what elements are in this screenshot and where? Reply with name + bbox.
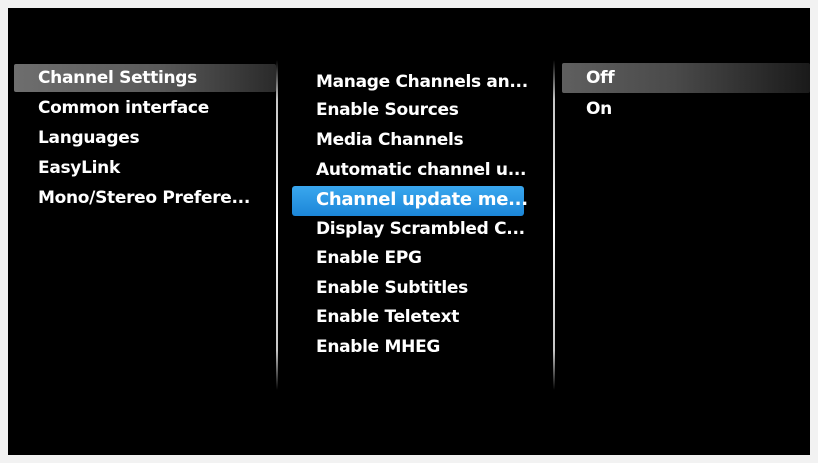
option-column: Off On <box>558 8 810 455</box>
menu-item-easylink[interactable]: EasyLink <box>38 154 120 182</box>
menu-item-common-interface[interactable]: Common interface <box>38 94 209 122</box>
tv-settings-screen: Channel Settings Common interface Langua… <box>8 8 810 455</box>
menu-item-channel-update-message[interactable]: Channel update me... <box>316 186 528 214</box>
menu-item-languages[interactable]: Languages <box>38 124 140 152</box>
menu-item-display-scrambled[interactable]: Display Scrambled C... <box>316 215 525 243</box>
menu-item-media-channels[interactable]: Media Channels <box>316 126 464 154</box>
menu-item-enable-mheg[interactable]: Enable MHEG <box>316 333 440 361</box>
column-divider <box>553 60 555 390</box>
menu-item-enable-teletext[interactable]: Enable Teletext <box>316 303 459 331</box>
option-off[interactable]: Off <box>586 64 615 92</box>
menu-item-channel-settings[interactable]: Channel Settings <box>38 64 197 92</box>
menu-item-enable-epg[interactable]: Enable EPG <box>316 244 422 272</box>
menu-item-manage-channels[interactable]: Manage Channels an... <box>316 68 528 96</box>
menu-item-automatic-channel-update[interactable]: Automatic channel u... <box>316 156 527 184</box>
menu-item-mono-stereo[interactable]: Mono/Stereo Prefere... <box>38 184 250 212</box>
channel-settings-column: Manage Channels an... Enable Sources Med… <box>280 8 556 455</box>
column-divider <box>276 60 278 390</box>
settings-category-column: Channel Settings Common interface Langua… <box>8 8 278 455</box>
menu-item-enable-subtitles[interactable]: Enable Subtitles <box>316 274 468 302</box>
option-on[interactable]: On <box>586 95 612 123</box>
menu-item-enable-sources[interactable]: Enable Sources <box>316 96 459 124</box>
